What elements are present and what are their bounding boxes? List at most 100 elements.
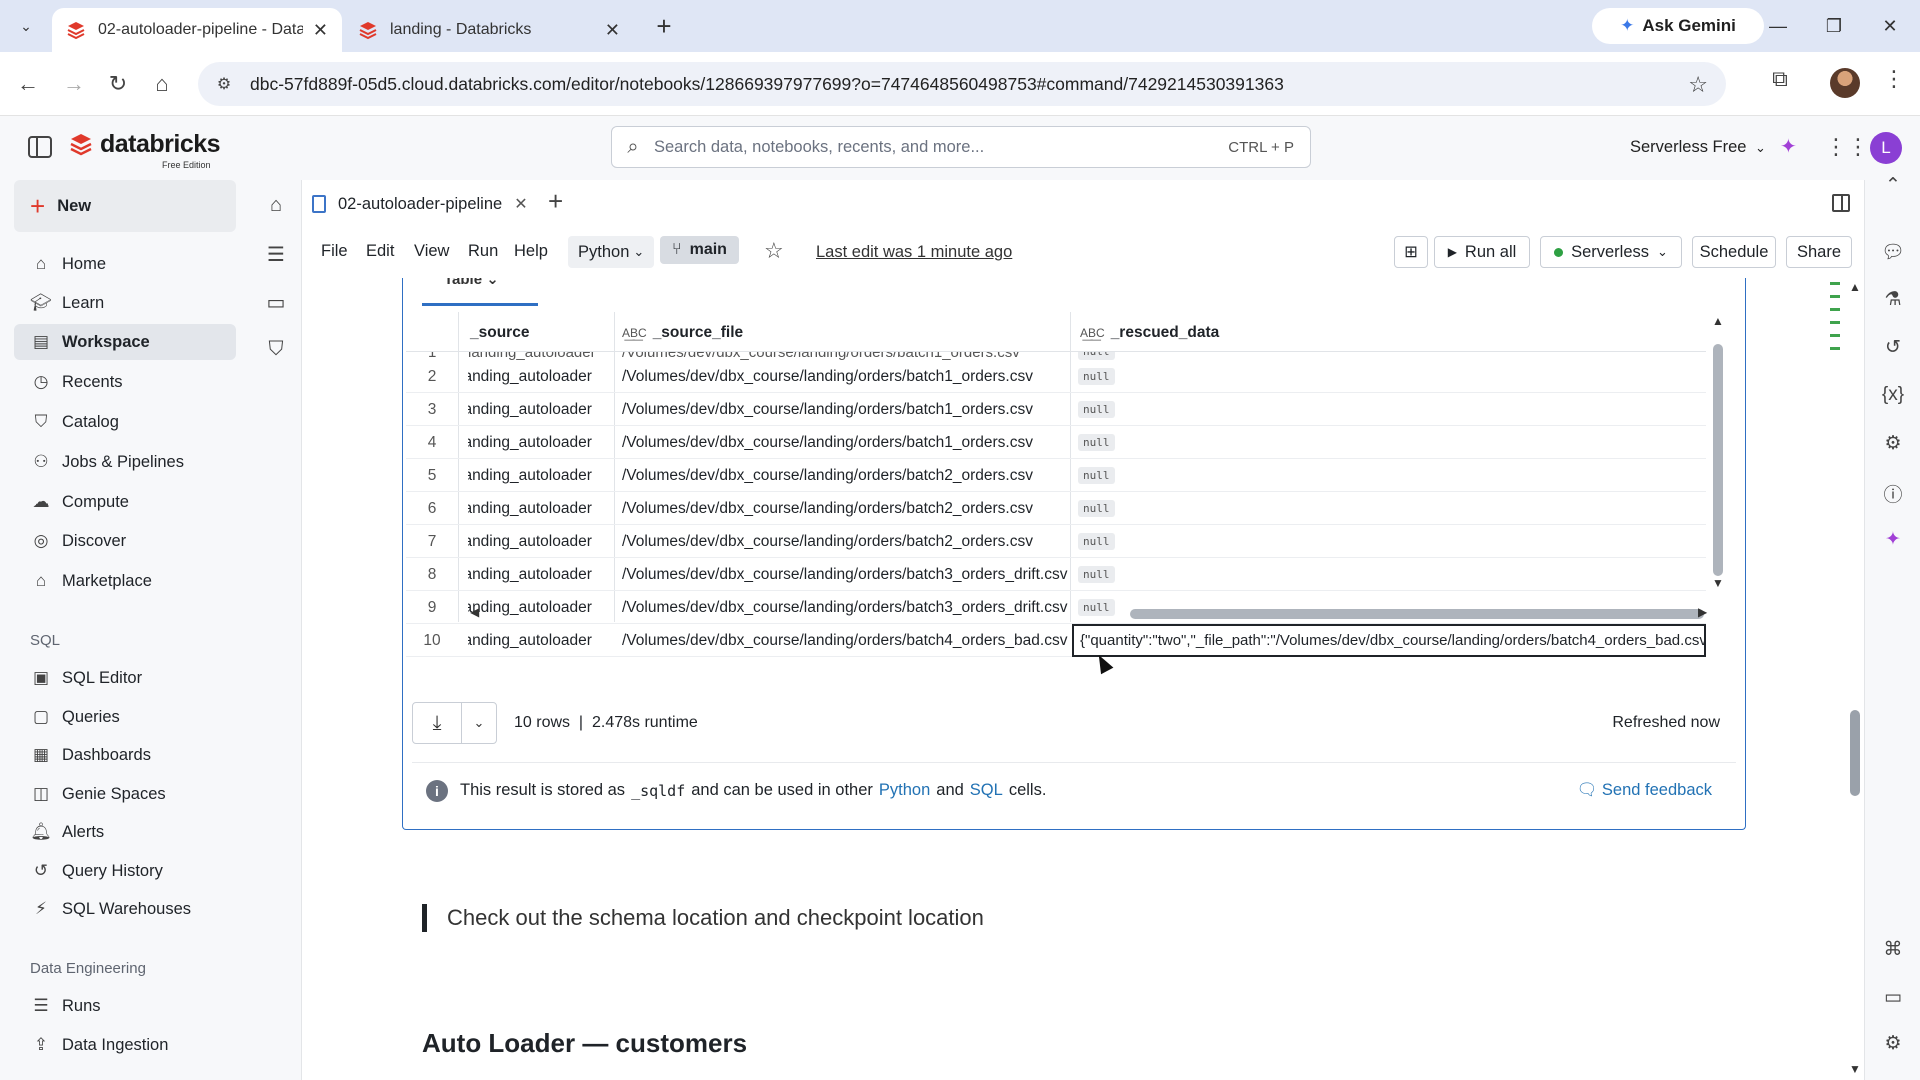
tab-search-chevron-icon[interactable]: ⌄ <box>10 10 42 42</box>
cell-rescued-data[interactable]: null <box>1078 532 1115 550</box>
column-header-source-file[interactable]: A͟B͟C _source_file <box>622 324 743 342</box>
sidebar-item-runs[interactable]: ☰ Runs <box>14 988 236 1024</box>
cell-source[interactable]: landing_autoloader <box>468 401 616 419</box>
back-icon[interactable]: ← <box>10 66 46 102</box>
new-notebook-tab-icon[interactable]: + <box>548 186 563 217</box>
table-row[interactable]: 8 landing_autoloader/Volumes/dev/dbx_cour… <box>406 558 1706 591</box>
folder-icon[interactable]: ▭ <box>264 290 288 314</box>
home-browser-icon[interactable]: ⌂ <box>144 66 180 102</box>
menu-help[interactable]: Help <box>514 242 548 261</box>
browser-menu-icon[interactable]: ⋮ <box>1880 66 1908 98</box>
settings-icon[interactable]: ⚙ <box>1881 1032 1905 1056</box>
cell-source[interactable]: landing_autoloader <box>468 434 616 452</box>
experiments-icon[interactable]: ⚗ <box>1881 288 1905 312</box>
sidebar-item-data-ingestion[interactable]: ⇪ Data Ingestion <box>14 1027 236 1063</box>
sidebar-item-jobs[interactable]: ⚇ Jobs & Pipelines <box>14 444 236 480</box>
language-selector[interactable]: Python ⌄ <box>568 236 655 268</box>
bookmark-star-icon[interactable]: ☆ <box>1688 72 1708 98</box>
cell-source-file[interactable]: /Volumes/dev/dbx_course/landing/orders/b… <box>622 566 1067 584</box>
shortcuts-icon[interactable]: ⌘ <box>1881 938 1905 962</box>
info-icon[interactable]: ⓘ <box>1881 480 1905 506</box>
assistant-sparkle-icon[interactable]: ✦ <box>1780 134 1797 159</box>
cell-minimap[interactable] <box>1830 282 1842 372</box>
cell-rescued-data-selected[interactable]: {"quantity":"two","_file_path":"/Volumes… <box>1072 624 1706 657</box>
sidebar-item-marketplace[interactable]: ⌂ Marketplace <box>14 563 236 599</box>
sidebar-item-compute[interactable]: ☁ Compute <box>14 484 236 520</box>
close-icon[interactable]: ✕ <box>514 194 527 214</box>
scrollbar-thumb[interactable] <box>1130 609 1704 619</box>
user-avatar[interactable]: L <box>1870 132 1902 164</box>
scrollbar-thumb[interactable] <box>1713 344 1723 576</box>
assistant-icon[interactable]: ✦ <box>1881 528 1905 552</box>
cell-source[interactable]: landing_autoloader <box>468 632 616 650</box>
cell-rescued-data[interactable]: null <box>1078 565 1115 583</box>
table-horizontal-scrollbar[interactable]: ◀ ▶ <box>470 604 1710 622</box>
cell-source[interactable]: landing_autoloader <box>468 500 616 518</box>
sidebar-item-query-history[interactable]: ↺ Query History <box>14 853 236 889</box>
scroll-down-icon[interactable]: ▼ <box>1849 1062 1861 1076</box>
sidebar-item-genie[interactable]: ◫ Genie Spaces <box>14 776 236 812</box>
scrollbar-thumb[interactable] <box>1850 710 1860 796</box>
sidebar-item-recents[interactable]: ◷ Recents <box>14 364 236 400</box>
download-button[interactable]: ⤓ <box>412 702 462 744</box>
table-of-contents-icon[interactable]: ☰ <box>264 242 288 266</box>
download-options-button[interactable]: ⌄ <box>461 702 497 744</box>
cell-source-file[interactable]: /Volumes/dev/dbx_course/landing/orders/b… <box>622 632 1067 650</box>
menu-edit[interactable]: Edit <box>366 242 394 261</box>
scroll-right-icon[interactable]: ▶ <box>1698 605 1707 619</box>
menu-view[interactable]: View <box>414 242 449 261</box>
new-button[interactable]: + New <box>14 180 236 232</box>
cell-source-file[interactable]: /Volumes/dev/dbx_course/landing/orders/b… <box>622 467 1033 485</box>
table-row[interactable]: 2 landing_autoloader/Volumes/dev/dbx_cour… <box>406 360 1706 393</box>
address-bar[interactable]: ⚙ dbc-57fd889f-05d5.cloud.databricks.com… <box>198 62 1726 106</box>
last-edit-link[interactable]: Last edit was 1 minute ago <box>816 243 1012 262</box>
send-feedback-link[interactable]: 🗨︎ Send feedback <box>1576 781 1712 800</box>
reload-icon[interactable]: ↻ <box>100 66 136 102</box>
run-all-button[interactable]: ▶ Run all <box>1434 236 1530 268</box>
cell-source-file[interactable]: /Volumes/dev/dbx_course/landing/orders/b… <box>622 401 1033 419</box>
cell-source-file[interactable]: /Volumes/dev/dbx_course/landing/orders/b… <box>622 434 1033 452</box>
sidebar-item-discover[interactable]: ◎ Discover <box>14 523 236 559</box>
cell-rescued-data[interactable]: null <box>1078 433 1115 451</box>
sidebar-toggle-icon[interactable] <box>28 136 52 158</box>
cell-rescued-data[interactable]: null <box>1078 367 1115 385</box>
compute-selector[interactable]: Serverless ⌄ <box>1540 236 1682 268</box>
ask-gemini-button[interactable]: ✦ Ask Gemini <box>1592 8 1764 44</box>
restore-icon[interactable]: ❐ <box>1814 10 1854 42</box>
scroll-left-icon[interactable]: ◀ <box>470 605 479 619</box>
collapse-chevron-icon[interactable]: ⌃ <box>1881 174 1905 198</box>
cell-source[interactable]: landing_autoloader <box>468 467 616 485</box>
split-view-icon[interactable] <box>1832 194 1850 212</box>
terminal-icon[interactable]: ▭ <box>1881 986 1905 1010</box>
table-row[interactable]: 4 landing_autoloader/Volumes/dev/dbx_cour… <box>406 426 1706 459</box>
sidebar-item-home[interactable]: ⌂ Home <box>14 246 236 282</box>
history-icon[interactable]: ↺ <box>1881 336 1905 360</box>
cell-source[interactable]: landing_autoloader <box>468 566 616 584</box>
table-row[interactable]: 7 landing_autoloader/Volumes/dev/dbx_cour… <box>406 525 1706 558</box>
cell-source-file[interactable]: /Volumes/dev/dbx_course/landing/orders/b… <box>622 368 1033 386</box>
cell-source[interactable]: landing_autoloader <box>468 533 616 551</box>
global-search-input[interactable]: ⌕ Search data, notebooks, recents, and m… <box>611 126 1311 168</box>
table-row[interactable]: 6 landing_autoloader/Volumes/dev/dbx_cour… <box>406 492 1706 525</box>
table-row[interactable]: 5 landing_autoloader/Volumes/dev/dbx_cour… <box>406 459 1706 492</box>
sql-link[interactable]: SQL <box>970 781 1003 800</box>
share-button[interactable]: Share <box>1786 236 1852 268</box>
notebook-tab[interactable]: 02-autoloader-pipeline ✕ <box>312 188 528 220</box>
extensions-icon[interactable]: ⧉ <box>1764 66 1796 98</box>
column-header-source[interactable]: _source <box>470 324 529 342</box>
git-branch-button[interactable]: ⑂ main <box>660 236 739 264</box>
menu-run[interactable]: Run <box>468 242 498 261</box>
scroll-up-icon[interactable]: ▲ <box>1849 280 1861 294</box>
sidebar-item-alerts[interactable]: 🔔︎ Alerts <box>14 814 236 850</box>
sidebar-item-sql-warehouses[interactable]: ⚡ SQL Warehouses <box>14 891 236 927</box>
close-tab-icon[interactable]: ✕ <box>313 20 328 41</box>
sidebar-item-dashboards[interactable]: ▦ Dashboards <box>14 737 236 773</box>
cell-source[interactable]: landing_autoloader <box>468 368 616 386</box>
environment-icon[interactable]: ⚙ <box>1881 432 1905 456</box>
window-close-icon[interactable]: ✕ <box>1870 10 1910 42</box>
workspace-selector[interactable]: Serverless Free ⌄ <box>1630 138 1766 157</box>
browser-tab-landing[interactable]: landing - Databricks ✕ <box>344 8 634 52</box>
sidebar-item-queries[interactable]: ▢ Queries <box>14 699 236 735</box>
forward-icon[interactable]: → <box>56 66 92 102</box>
scroll-up-icon[interactable]: ▲ <box>1712 314 1724 328</box>
